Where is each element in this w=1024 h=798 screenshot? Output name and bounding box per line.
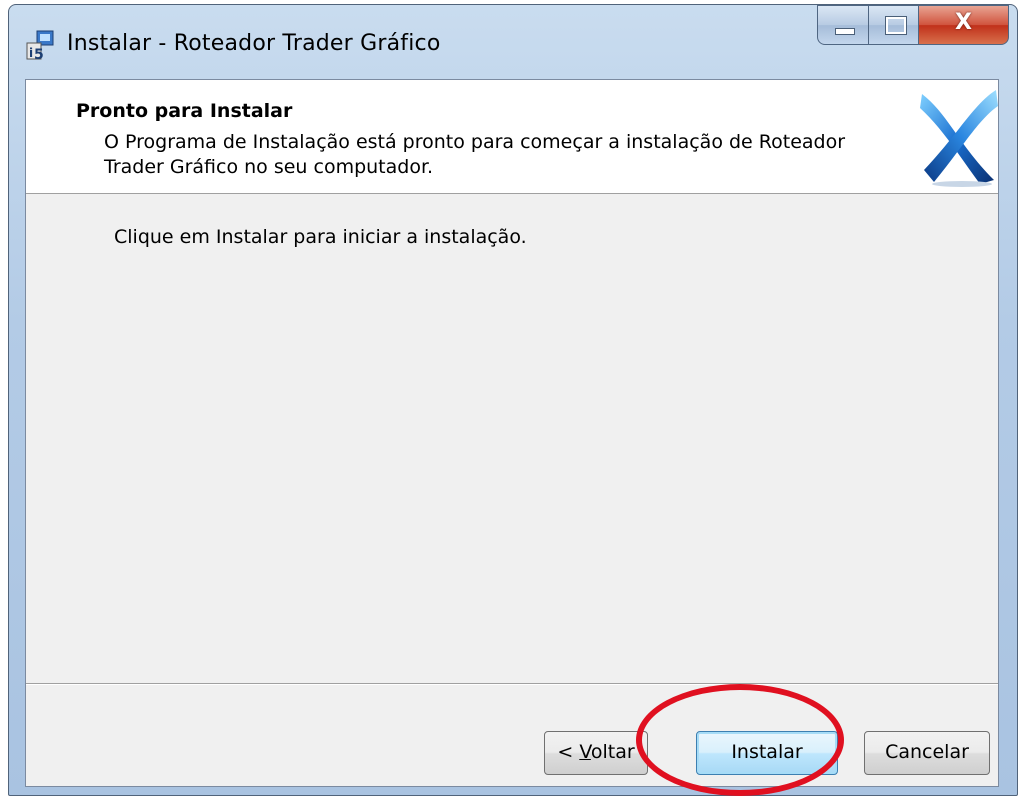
wizard-panel: Pronto para Instalar O Programa de Insta… — [25, 79, 999, 787]
minimize-button[interactable] — [817, 5, 869, 45]
back-button-accelerator: V — [579, 741, 591, 763]
minimize-icon — [835, 28, 855, 35]
installer-window: i 5 Instalar - Roteador Trader Gráfico X… — [8, 4, 1018, 796]
back-button-prefix: < — [557, 741, 580, 763]
caption-buttons: X — [817, 5, 1009, 49]
cancel-button[interactable]: Cancelar — [864, 731, 990, 775]
footer-divider — [26, 683, 998, 685]
title-bar[interactable]: i 5 Instalar - Roteador Trader Gráfico X — [9, 5, 1017, 79]
wizard-header: Pronto para Instalar O Programa de Insta… — [26, 80, 998, 194]
page-description: O Programa de Instalação está pronto par… — [104, 131, 846, 178]
instruction-text: Clique em Instalar para iniciar a instal… — [114, 226, 527, 248]
close-icon: X — [955, 10, 972, 35]
back-button-label: oltar — [590, 741, 635, 763]
maximize-icon — [886, 17, 906, 34]
installer-icon: i 5 — [26, 30, 54, 63]
window-title: Instalar - Roteador Trader Gráfico — [67, 31, 441, 56]
close-button[interactable]: X — [919, 5, 1009, 45]
maximize-button[interactable] — [869, 5, 919, 45]
svg-text:5: 5 — [34, 47, 44, 63]
app-logo — [920, 90, 998, 187]
svg-text:i: i — [29, 46, 33, 60]
install-button[interactable]: Instalar — [696, 731, 838, 775]
page-title: Pronto para Instalar — [76, 100, 293, 122]
back-button[interactable]: < Voltar — [544, 731, 648, 775]
